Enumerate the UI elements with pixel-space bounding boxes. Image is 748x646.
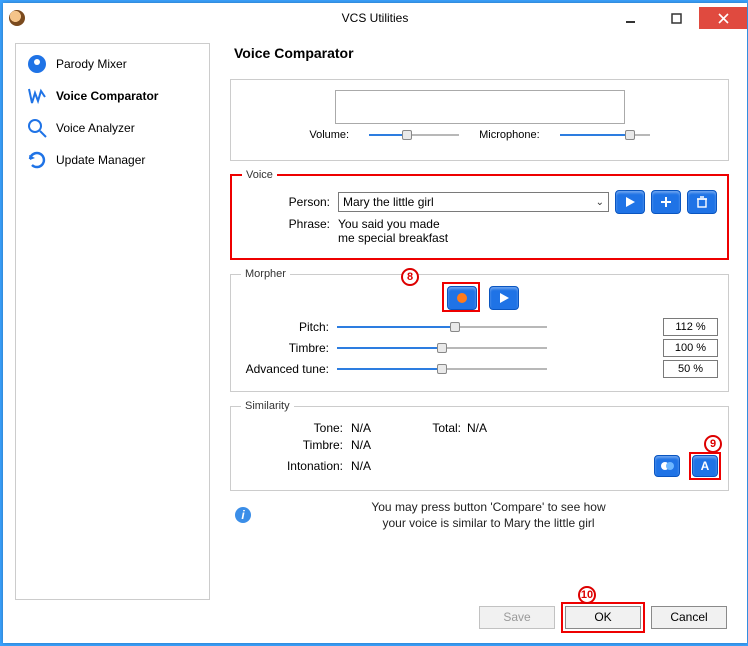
sim-timbre-value: N/A: [351, 438, 371, 452]
morpher-group: Morpher 8 Pitch: 112 % Timbre:: [230, 268, 729, 392]
save-button: Save: [479, 606, 555, 629]
main-panel: Voice Comparator Volume: Microphone:: [210, 43, 735, 600]
app-icon: [9, 10, 25, 26]
sidebar-item-parody-mixer[interactable]: Parody Mixer: [16, 48, 209, 80]
compare-button[interactable]: [654, 455, 680, 477]
sidebar-item-voice-analyzer[interactable]: Voice Analyzer: [16, 112, 209, 144]
total-value: N/A: [467, 421, 487, 435]
delete-voice-button[interactable]: [687, 190, 717, 214]
update-manager-icon: [26, 149, 48, 171]
microphone-label: Microphone:: [479, 129, 540, 141]
info-icon: i: [234, 506, 252, 524]
similarity-group: Similarity Tone: N/A Total: N/A Timbre: …: [230, 400, 729, 491]
preview-group: Volume: Microphone:: [230, 79, 729, 161]
sidebar-item-voice-comparator[interactable]: Voice Comparator: [16, 80, 209, 112]
voice-comparator-icon: [26, 85, 48, 107]
morpher-legend: Morpher: [241, 268, 290, 280]
content-area: Parody Mixer Voice Comparator Voice Anal…: [3, 33, 747, 643]
advanced-tune-value: 50 %: [663, 360, 718, 378]
sim-timbre-label: Timbre:: [241, 438, 351, 452]
callout-8: 8: [401, 268, 419, 286]
chevron-down-icon: ⌄: [596, 197, 604, 208]
person-select[interactable]: Mary the little girl ⌄: [338, 192, 609, 212]
volume-slider[interactable]: [369, 128, 459, 142]
ok-button[interactable]: OK: [565, 606, 641, 629]
similarity-legend: Similarity: [241, 400, 294, 412]
callout-9: 9: [704, 435, 722, 453]
sidebar-item-update-manager[interactable]: Update Manager: [16, 144, 209, 176]
dialog-buttons: 10 Save OK Cancel: [15, 600, 735, 631]
maximize-button[interactable]: [653, 7, 699, 29]
pitch-label: Pitch:: [241, 320, 337, 334]
titlebar: VCS Utilities: [3, 3, 747, 33]
sidebar-item-label: Voice Analyzer: [56, 121, 135, 135]
tone-label: Tone:: [241, 421, 351, 435]
waveform-display: [335, 90, 625, 124]
pitch-slider[interactable]: [337, 320, 547, 334]
callout-10: 10: [578, 586, 596, 604]
add-voice-button[interactable]: [651, 190, 681, 214]
microphone-slider[interactable]: [560, 128, 650, 142]
advanced-tune-slider[interactable]: [337, 362, 547, 376]
timbre-value: 100 %: [663, 339, 718, 357]
play-morphed-button[interactable]: [489, 286, 519, 310]
sidebar-item-label: Voice Comparator: [56, 89, 158, 103]
sidebar-item-label: Parody Mixer: [56, 57, 127, 71]
hint-text: You may press button 'Compare' to see ho…: [252, 499, 725, 531]
voice-analyzer-icon: [26, 117, 48, 139]
person-label: Person:: [242, 195, 338, 209]
record-button[interactable]: [447, 286, 477, 310]
phrase-label: Phrase:: [242, 217, 338, 231]
advanced-tune-label: Advanced tune:: [241, 362, 337, 376]
page-title: Voice Comparator: [234, 45, 729, 61]
parody-mixer-icon: [26, 53, 48, 75]
sidebar: Parody Mixer Voice Comparator Voice Anal…: [15, 43, 210, 600]
phrase-text: You said you made me special breakfast: [338, 217, 448, 245]
timbre-slider[interactable]: [337, 341, 547, 355]
timbre-label: Timbre:: [241, 341, 337, 355]
app-window: VCS Utilities Parody Mixer Voice Compara…: [3, 3, 747, 643]
sidebar-item-label: Update Manager: [56, 153, 145, 167]
tone-value: N/A: [351, 421, 371, 435]
window-buttons: [607, 7, 747, 29]
intonation-label: Intonation:: [241, 459, 351, 473]
pitch-value: 112 %: [663, 318, 718, 336]
voice-group: Voice Person: Mary the little girl ⌄ Phr…: [230, 169, 729, 260]
person-select-value: Mary the little girl: [343, 195, 434, 209]
intonation-value: N/A: [351, 459, 371, 473]
total-label: Total:: [411, 421, 461, 435]
volume-label: Volume:: [309, 129, 349, 141]
minimize-button[interactable]: [607, 7, 653, 29]
play-sample-button[interactable]: [615, 190, 645, 214]
cancel-button[interactable]: Cancel: [651, 606, 727, 629]
apply-button[interactable]: A: [692, 455, 718, 477]
close-button[interactable]: [699, 7, 747, 29]
voice-legend: Voice: [242, 169, 277, 181]
